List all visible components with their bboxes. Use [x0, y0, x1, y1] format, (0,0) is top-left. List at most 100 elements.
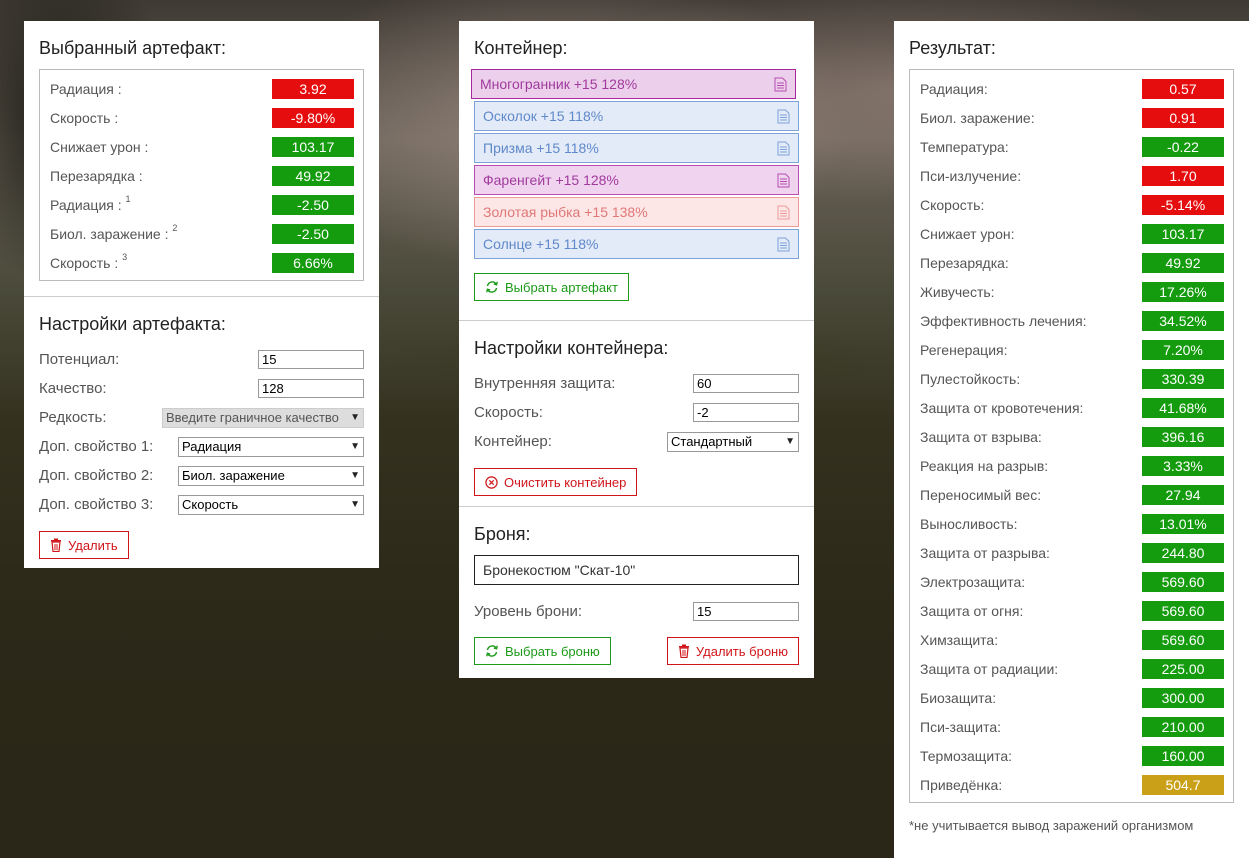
chevron-down-icon: ▼ — [350, 499, 360, 510]
chevron-down-icon: ▼ — [350, 412, 360, 423]
container-speed-input[interactable] — [693, 403, 799, 422]
container-type-value: Стандартный — [671, 434, 753, 449]
stat-row: Регенерация: 7.20% — [920, 335, 1224, 364]
stat-row: Скорость : 3 6.66% — [50, 248, 354, 277]
clear-container-button[interactable]: Очистить контейнер — [474, 468, 638, 496]
extra3-row: Доп. свойство 3: Скорость ▼ — [39, 490, 364, 519]
container-speed-row: Скорость: — [474, 398, 799, 427]
stat-row: Термозащита: 160.00 — [920, 741, 1224, 770]
inner-protection-row: Внутренняя защита: — [474, 369, 799, 398]
extra2-select[interactable]: Биол. заражение ▼ — [178, 465, 364, 486]
container-item[interactable]: Осколок +15 118% — [474, 101, 799, 131]
stat-label: Защита от кровотечения: — [920, 400, 1083, 416]
stat-value-badge: 0.57 — [1142, 78, 1224, 99]
select-armor-label: Выбрать броню — [505, 643, 600, 659]
stat-label-text: Термозащита: — [920, 747, 1013, 764]
stat-label: Регенерация: — [920, 342, 1008, 358]
delete-artifact-label: Удалить — [68, 537, 118, 553]
stat-label-text: Защита от разрыва: — [920, 544, 1050, 561]
stat-label-text: Защита от кровотечения: — [920, 399, 1084, 416]
extra2-label: Доп. свойство 2: — [39, 467, 154, 484]
stat-label-text: Живучесть: — [920, 283, 995, 300]
document-icon[interactable] — [777, 173, 790, 188]
stat-value-badge: 1.70 — [1142, 165, 1224, 186]
stat-value-badge: 569.60 — [1142, 629, 1224, 650]
stat-label: Выносливость: — [920, 516, 1018, 532]
stat-value-badge: 210.00 — [1142, 716, 1224, 737]
document-icon[interactable] — [777, 141, 790, 156]
stat-label-text: Скорость : — [50, 109, 119, 126]
stat-label-text: Химзащита: — [920, 631, 999, 648]
trash-icon — [51, 538, 61, 552]
stat-footnote-mark: 3 — [122, 251, 128, 262]
inner-protection-label: Внутренняя защита: — [474, 375, 616, 392]
extra1-select-value: Радиация — [182, 439, 242, 454]
container-item-label: Осколок +15 118% — [483, 108, 604, 124]
document-icon[interactable] — [777, 237, 790, 252]
stat-value-badge: 225.00 — [1142, 658, 1224, 679]
selected-artifact-section: Выбранный артефакт: Радиация : 3.92 Скорос… — [24, 21, 379, 296]
extra1-select[interactable]: Радиация ▼ — [178, 436, 364, 457]
document-icon[interactable] — [777, 109, 790, 124]
stat-row: Радиация: 0.57 — [920, 74, 1224, 103]
delete-artifact-button[interactable]: Удалить — [39, 531, 129, 559]
stat-label: Электрозащита: — [920, 574, 1025, 590]
stat-label-text: Скорость : — [50, 254, 119, 271]
stat-label: Биол. заражение : 2 — [50, 223, 177, 242]
stat-value-badge: 41.68% — [1142, 397, 1224, 418]
document-icon[interactable] — [777, 205, 790, 220]
document-icon[interactable] — [774, 77, 787, 92]
extra1-row: Доп. свойство 1: Радиация ▼ — [39, 432, 364, 461]
armor-level-input[interactable] — [693, 602, 799, 621]
rarity-label: Редкость: — [39, 409, 107, 426]
container-title: Контейнер: — [474, 38, 568, 58]
stat-label-text: Защита от огня: — [920, 602, 1024, 619]
armor-name-box[interactable]: Бронекостюм "Скат-10" — [474, 555, 799, 585]
stat-label: Скорость : — [50, 110, 118, 126]
refresh-icon — [486, 281, 498, 293]
container-item[interactable]: Фаренгейт +15 128% — [474, 165, 799, 195]
delete-armor-button[interactable]: Удалить броню — [666, 637, 799, 665]
stat-label-text: Защита от радиации: — [920, 660, 1059, 677]
stat-value-badge: -2.50 — [272, 223, 354, 244]
stat-label: Скорость: — [920, 197, 984, 213]
stat-row: Скорость : -9.80% — [50, 103, 354, 132]
stat-row: Биозащита: 300.00 — [920, 683, 1224, 712]
delete-armor-label: Удалить броню — [695, 643, 788, 659]
stat-value-badge: 244.80 — [1142, 542, 1224, 563]
stat-label: Химзащита: — [920, 632, 998, 648]
stat-value-badge: 569.60 — [1142, 571, 1224, 592]
select-armor-button[interactable]: Выбрать броню — [474, 637, 611, 665]
quality-label: Качество: — [39, 380, 107, 397]
armor-section: Броня: Бронекостюм "Скат-10" Уровень бро… — [459, 506, 814, 679]
container-item[interactable]: Золотая рыбка +15 138% — [474, 197, 799, 227]
inner-protection-input[interactable] — [693, 374, 799, 393]
stat-row: Живучесть: 17.26% — [920, 277, 1224, 306]
potential-input[interactable] — [258, 350, 364, 369]
container-item[interactable]: Солнце +15 118% — [474, 229, 799, 259]
stat-label: Перезарядка: — [920, 255, 1009, 271]
stat-label-text: Температура: — [920, 138, 1009, 155]
extra1-label: Доп. свойство 1: — [39, 438, 154, 455]
extra3-label: Доп. свойство 3: — [39, 496, 154, 513]
selected-artifact-stats: Радиация : 3.92 Скорость : -9.80% Снижает ур… — [39, 69, 364, 281]
container-type-select[interactable]: Стандартный ▼ — [667, 431, 799, 452]
select-artifact-button[interactable]: Выбрать артефакт — [474, 273, 629, 301]
selected-artifact-title: Выбранный артефакт: — [39, 38, 226, 58]
container-item[interactable]: Многогранник +15 128% — [471, 69, 796, 99]
stat-label: Биол. заражение: — [920, 110, 1035, 126]
stat-value-badge: -0.22 — [1142, 136, 1224, 157]
potential-row: Потенциал: — [39, 345, 364, 374]
stat-row: Перезарядка : 49.92 — [50, 161, 354, 190]
container-item-label: Солнце +15 118% — [483, 236, 599, 252]
chevron-down-icon: ▼ — [785, 436, 795, 447]
container-item-label: Призма +15 118% — [483, 140, 599, 156]
stat-row: Выносливость: 13.01% — [920, 509, 1224, 538]
container-settings-section: Настройки контейнера: Внутренняя защита:… — [459, 320, 814, 506]
stat-row: Скорость: -5.14% — [920, 190, 1224, 219]
container-item[interactable]: Призма +15 118% — [474, 133, 799, 163]
armor-level-label: Уровень брони: — [474, 603, 583, 620]
quality-input[interactable] — [258, 379, 364, 398]
extra3-select[interactable]: Скорость ▼ — [178, 494, 364, 515]
stat-row: Защита от разрыва: 244.80 — [920, 538, 1224, 567]
